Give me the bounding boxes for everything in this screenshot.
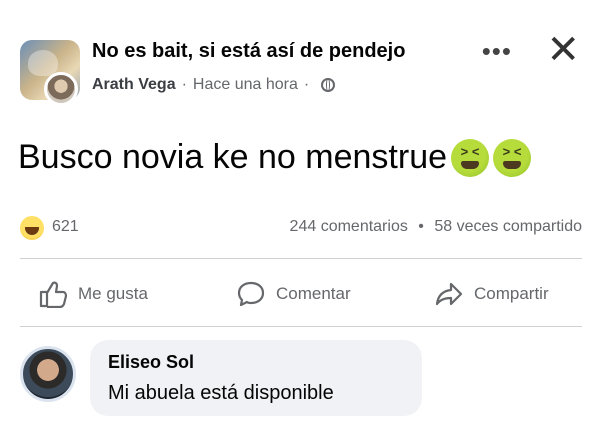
action-bar: Me gusta Comentar Compartir: [20, 272, 582, 316]
comment-label: Comentar: [276, 284, 351, 303]
comments-count[interactable]: 244 comentarios: [290, 218, 408, 235]
post-header: No es bait, si está así de pendejo Arath…: [20, 30, 580, 106]
haha-reaction-icon[interactable]: [20, 216, 44, 240]
nauseated-face-icon: [451, 138, 490, 177]
share-label: Compartir: [474, 284, 549, 303]
meta-separator: ·: [303, 76, 310, 93]
commenter-name[interactable]: Eliseo Sol: [108, 352, 194, 373]
close-icon[interactable]: ✕: [546, 30, 580, 70]
meta-separator: ·: [181, 76, 187, 93]
stats-right: 244 comentarios • 58 veces compartido: [290, 218, 582, 236]
comment-bubble: Eliseo Sol Mi abuela está disponible: [90, 340, 422, 416]
author-avatar[interactable]: [44, 72, 78, 106]
commenter-avatar[interactable]: [20, 346, 76, 402]
post-time[interactable]: Hace una hora: [193, 76, 298, 94]
reaction-count[interactable]: 621: [52, 218, 79, 236]
post-body: Busco novia ke no menstrue: [18, 138, 448, 176]
divider: [20, 258, 582, 259]
comment: Eliseo Sol Mi abuela está disponible: [20, 340, 582, 420]
post-meta: Arath Vega · Hace una hora ·: [92, 76, 336, 94]
comment-button[interactable]: Comentar: [236, 280, 351, 308]
divider: [20, 326, 582, 327]
post-author[interactable]: Arath Vega: [92, 76, 176, 94]
comment-bubble-icon: [237, 281, 265, 307]
more-options-icon[interactable]: •••: [482, 36, 512, 67]
group-name[interactable]: No es bait, si está así de pendejo: [92, 40, 405, 63]
thumbs-up-icon: [39, 281, 68, 308]
post-text: Busco novia ke no menstrue: [18, 138, 532, 177]
post-stats: 621 244 comentarios • 58 veces compartid…: [20, 214, 582, 242]
like-button[interactable]: Me gusta: [38, 280, 148, 308]
share-button[interactable]: Compartir: [434, 280, 549, 308]
share-arrow-icon: [435, 282, 463, 306]
comment-text: Mi abuela está disponible: [108, 382, 334, 404]
stats-separator: •: [418, 218, 424, 235]
like-label: Me gusta: [78, 284, 148, 303]
nauseated-face-icon: [493, 138, 532, 177]
globe-icon: [321, 78, 336, 92]
shares-count[interactable]: 58 veces compartido: [434, 218, 582, 235]
